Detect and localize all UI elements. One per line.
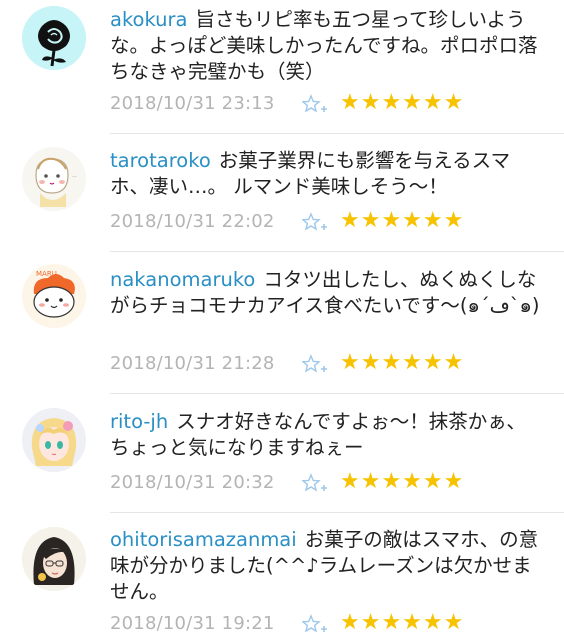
- comment-text: rito-jh スナオ好きなんですよぉ～！抹茶かぁ、ちょっと気になりますねぇー: [110, 409, 545, 461]
- baby-drawing-icon: ...: [22, 147, 86, 211]
- username-link[interactable]: nakanomaruko: [110, 268, 255, 291]
- add-star-icon[interactable]: [302, 94, 328, 116]
- avatar[interactable]: ...: [22, 147, 86, 211]
- svg-text:...: ...: [72, 173, 77, 179]
- divider: [110, 393, 564, 394]
- black-rose-icon: [22, 6, 86, 70]
- comment-body: スナオ好きなんですよぉ～！抹茶かぁ、ちょっと気になりますねぇー: [110, 410, 526, 459]
- comment-text: ohitorisamazanmai お菓子の敵はスマホ、の意味が分かりました(^^…: [110, 527, 545, 605]
- woman-glasses-icon: [22, 527, 86, 591]
- timestamp: 2018/10/31 20:32: [110, 472, 275, 493]
- comment-text: akokura 旨さもリピ率も五つ星って珍しいような。よっぽど美味しかったんですね…: [110, 7, 545, 85]
- divider: [110, 512, 564, 513]
- comment-meta: 2018/10/31 23:13 ★★★★★★: [110, 90, 530, 117]
- timestamp: 2018/10/31 23:13: [110, 93, 275, 114]
- avatar[interactable]: [22, 408, 86, 472]
- comment-text: tarotaroko お菓子業界にも影響を与えるスマホ、凄い…。 ルマンド美味しそ…: [110, 148, 545, 200]
- star-rating: ★★★★★★: [340, 469, 465, 494]
- comment-meta: 2018/10/31 20:32 ★★★★★★: [110, 469, 530, 496]
- username-link[interactable]: ohitorisamazanmai: [110, 528, 297, 551]
- maru-character-icon: MARU: [22, 264, 86, 328]
- anime-girl-icon: [22, 408, 86, 472]
- comment-text: nakanomaruko コタツ出したし、ぬくぬくしながらチョコモナカアイス食べた…: [110, 267, 545, 319]
- comment-meta: 2018/10/31 19:21 ★★★★★★: [110, 610, 530, 637]
- svg-text:MARU: MARU: [36, 270, 57, 278]
- username-link[interactable]: tarotaroko: [110, 149, 211, 172]
- star-rating: ★★★★★★: [340, 610, 465, 635]
- star-rating: ★★★★★★: [340, 350, 465, 375]
- add-star-icon[interactable]: [302, 614, 328, 636]
- comment-meta: 2018/10/31 22:02 ★★★★★★: [110, 208, 530, 235]
- avatar[interactable]: [22, 6, 86, 70]
- username-link[interactable]: akokura: [110, 8, 188, 31]
- add-star-icon[interactable]: [302, 354, 328, 376]
- add-star-icon[interactable]: [302, 473, 328, 495]
- divider: [110, 133, 564, 134]
- timestamp: 2018/10/31 22:02: [110, 211, 275, 232]
- avatar[interactable]: MARU: [22, 264, 86, 328]
- timestamp: 2018/10/31 19:21: [110, 613, 275, 634]
- avatar[interactable]: [22, 527, 86, 591]
- username-link[interactable]: rito-jh: [110, 410, 168, 433]
- star-rating: ★★★★★★: [340, 90, 465, 115]
- divider: [110, 251, 564, 252]
- comment-meta: 2018/10/31 21:28 ★★★★★★: [110, 350, 530, 377]
- timestamp: 2018/10/31 21:28: [110, 353, 275, 374]
- star-rating: ★★★★★★: [340, 208, 465, 233]
- add-star-icon[interactable]: [302, 212, 328, 234]
